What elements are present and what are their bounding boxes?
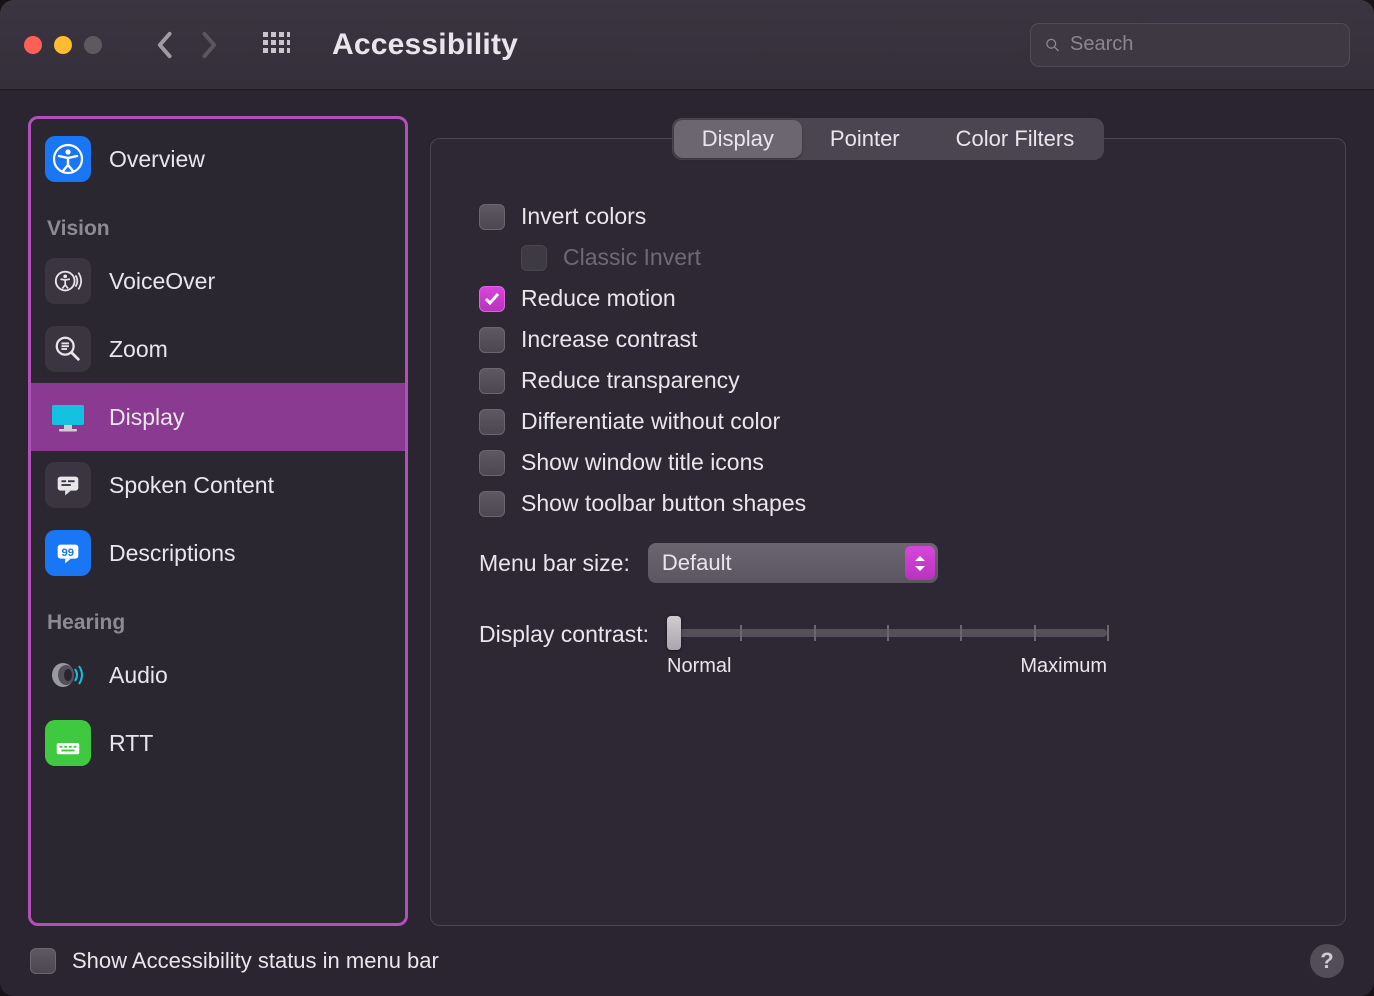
close-window-button[interactable] <box>24 36 42 54</box>
show-status-checkbox[interactable] <box>30 948 56 974</box>
toolbar: Accessibility <box>0 0 1374 90</box>
tab-strip: Display Pointer Color Filters <box>672 118 1104 160</box>
display-settings-panel: Invert colors Classic Invert Reduce moti… <box>430 138 1346 926</box>
menubar-size-label: Menu bar size: <box>479 550 630 577</box>
differentiate-checkbox[interactable] <box>479 409 505 435</box>
title-icons-label: Show window title icons <box>521 449 764 476</box>
sidebar-item-label: Zoom <box>109 336 168 363</box>
differentiate-label: Differentiate without color <box>521 408 780 435</box>
fullscreen-window-button <box>84 36 102 54</box>
sidebar[interactable]: Overview Vision VoiceOver Zoom Displa <box>28 116 408 926</box>
classic-invert-row: Classic Invert <box>521 244 1309 271</box>
tab-pointer[interactable]: Pointer <box>802 120 928 158</box>
show-status-label: Show Accessibility status in menu bar <box>72 948 439 974</box>
title-icons-row[interactable]: Show window title icons <box>479 449 1309 476</box>
toolbar-shapes-row[interactable]: Show toolbar button shapes <box>479 490 1309 517</box>
descriptions-icon: 99 <box>45 530 91 576</box>
select-stepper-icon <box>905 546 935 580</box>
display-contrast-label: Display contrast: <box>479 617 649 648</box>
audio-icon <box>45 652 91 698</box>
tab-display[interactable]: Display <box>674 120 802 158</box>
sidebar-item-overview[interactable]: Overview <box>31 125 405 193</box>
window-controls <box>24 36 102 54</box>
zoom-icon <box>45 326 91 372</box>
minimize-window-button[interactable] <box>54 36 72 54</box>
slider-thumb[interactable] <box>667 616 681 650</box>
slider-track[interactable] <box>667 629 1107 637</box>
slider-min-label: Normal <box>667 655 731 678</box>
tab-color-filters[interactable]: Color Filters <box>928 120 1103 158</box>
sidebar-item-label: Audio <box>109 662 168 689</box>
toolbar-shapes-checkbox[interactable] <box>479 491 505 517</box>
reduce-transparency-checkbox[interactable] <box>479 368 505 394</box>
sidebar-item-descriptions[interactable]: 99 Descriptions <box>31 519 405 587</box>
reduce-transparency-label: Reduce transparency <box>521 367 740 394</box>
search-icon <box>1045 35 1060 55</box>
invert-colors-label: Invert colors <box>521 203 646 230</box>
display-contrast-slider[interactable]: Normal Maximum <box>667 617 1107 678</box>
menubar-size-select[interactable]: Default <box>648 543 938 583</box>
increase-contrast-row[interactable]: Increase contrast <box>479 326 1309 353</box>
help-button[interactable]: ? <box>1310 944 1344 978</box>
svg-text:99: 99 <box>61 547 74 559</box>
title-icons-checkbox[interactable] <box>479 450 505 476</box>
menubar-size-row: Menu bar size: Default <box>479 543 1309 583</box>
search-input[interactable] <box>1070 33 1335 56</box>
sidebar-item-label: Display <box>109 404 184 431</box>
sidebar-item-label: RTT <box>109 730 153 757</box>
sidebar-item-label: Descriptions <box>109 540 236 567</box>
reduce-motion-row[interactable]: Reduce motion <box>479 285 1309 312</box>
sidebar-item-zoom[interactable]: Zoom <box>31 315 405 383</box>
sidebar-item-label: Overview <box>109 146 205 173</box>
differentiate-row[interactable]: Differentiate without color <box>479 408 1309 435</box>
page-title: Accessibility <box>332 28 518 62</box>
increase-contrast-label: Increase contrast <box>521 326 697 353</box>
increase-contrast-checkbox[interactable] <box>479 327 505 353</box>
sidebar-item-rtt[interactable]: RTT <box>31 709 405 777</box>
forward-button <box>190 25 230 65</box>
voiceover-icon <box>45 258 91 304</box>
invert-colors-checkbox[interactable] <box>479 204 505 230</box>
display-contrast-row: Display contrast: <box>479 617 1309 678</box>
sidebar-item-label: Spoken Content <box>109 472 274 499</box>
sidebar-item-audio[interactable]: Audio <box>31 641 405 709</box>
main-content: Display Pointer Color Filters Invert col… <box>430 116 1346 926</box>
show-status-row[interactable]: Show Accessibility status in menu bar <box>30 948 439 974</box>
classic-invert-label: Classic Invert <box>563 244 701 271</box>
sidebar-section-vision: Vision <box>31 193 405 247</box>
back-button[interactable] <box>144 25 184 65</box>
sidebar-item-voiceover[interactable]: VoiceOver <box>31 247 405 315</box>
toolbar-shapes-label: Show toolbar button shapes <box>521 490 806 517</box>
accessibility-window: Accessibility Overview Vision VoiceOver <box>0 0 1374 996</box>
sidebar-item-spoken-content[interactable]: Spoken Content <box>31 451 405 519</box>
classic-invert-checkbox <box>521 245 547 271</box>
sidebar-item-label: VoiceOver <box>109 268 215 295</box>
slider-max-label: Maximum <box>1020 655 1107 678</box>
rtt-icon <box>45 720 91 766</box>
sidebar-section-hearing: Hearing <box>31 587 405 641</box>
reduce-motion-checkbox[interactable] <box>479 286 505 312</box>
show-all-button[interactable] <box>254 25 298 65</box>
accessibility-icon <box>45 136 91 182</box>
reduce-motion-label: Reduce motion <box>521 285 676 312</box>
footer: Show Accessibility status in menu bar ? <box>0 938 1374 996</box>
menubar-size-value: Default <box>662 550 732 576</box>
sidebar-item-display[interactable]: Display <box>31 383 405 451</box>
spoken-content-icon <box>45 462 91 508</box>
invert-colors-row[interactable]: Invert colors <box>479 203 1309 230</box>
display-icon <box>45 394 91 440</box>
search-field[interactable] <box>1030 23 1350 67</box>
reduce-transparency-row[interactable]: Reduce transparency <box>479 367 1309 394</box>
